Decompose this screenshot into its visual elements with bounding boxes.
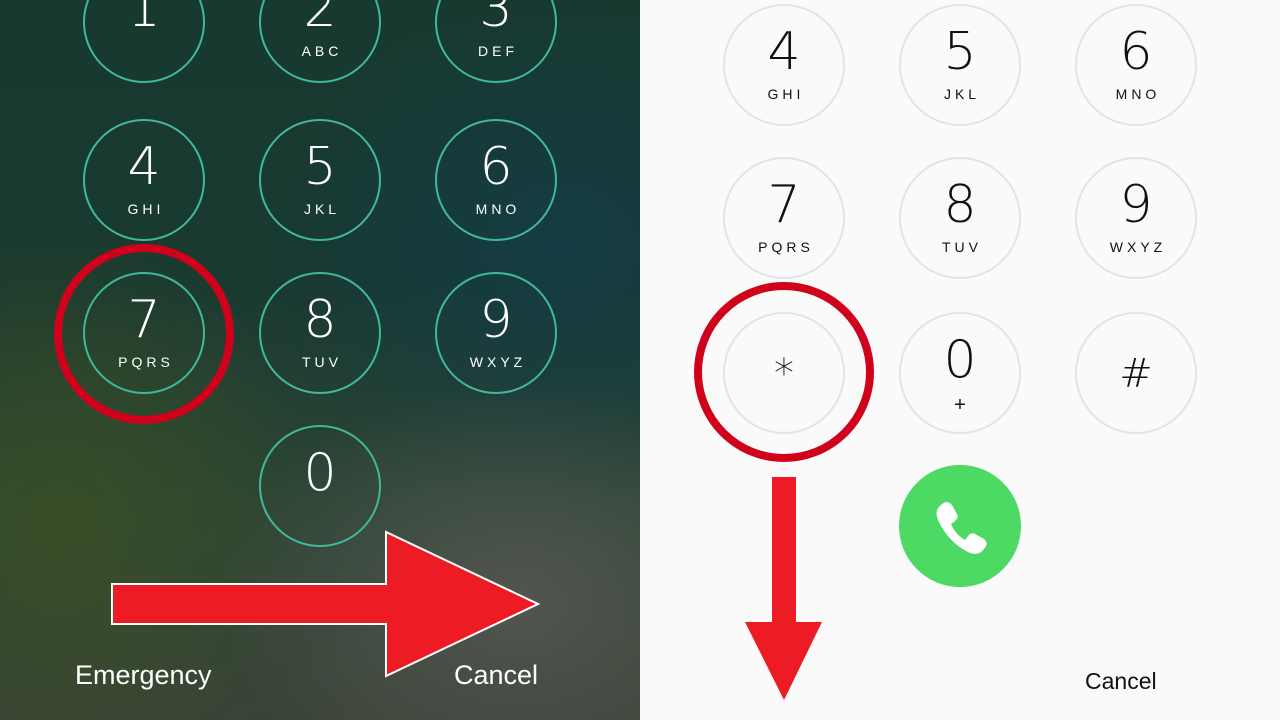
key-digit: 7	[127, 290, 161, 350]
key-digit: #	[1119, 351, 1153, 397]
key-letters: GHI	[767, 86, 805, 102]
key-digit: 8	[303, 290, 337, 350]
key-digit: 3	[479, 0, 513, 39]
dialer-key-hash[interactable]: #	[1075, 312, 1197, 434]
dialer-key-5[interactable]: 5 JKL	[899, 4, 1021, 126]
key-letters: MNO	[475, 201, 521, 217]
key-digit: 7	[767, 175, 801, 235]
key-digit: 5	[303, 137, 337, 197]
key-letters: JKL	[303, 201, 341, 217]
key-digit: 4	[127, 137, 161, 197]
key-digit: 6	[1119, 22, 1153, 82]
lock-screen-key-9[interactable]: 9 WXYZ	[435, 272, 557, 394]
lock-cancel-button[interactable]: Cancel	[454, 660, 538, 691]
lock-screen-key-5[interactable]: 5 JKL	[259, 119, 381, 241]
key-letters: TUV	[942, 239, 982, 255]
key-letters: GHI	[127, 201, 165, 217]
lock-screen-key-4[interactable]: 4 GHI	[83, 119, 205, 241]
key-letters: ABC	[301, 43, 343, 59]
key-letters: PQRS	[758, 239, 814, 255]
dialer-key-0[interactable]: 0 +	[899, 312, 1021, 434]
key-digit: 2	[303, 0, 337, 39]
key-digit: 5	[943, 22, 977, 82]
dialer-key-4[interactable]: 4 GHI	[723, 4, 845, 126]
lock-screen-key-0[interactable]: 0	[259, 425, 381, 547]
key-digit: 1	[127, 0, 161, 39]
key-letters: +	[954, 394, 966, 416]
dialer-key-8[interactable]: 8 TUV	[899, 157, 1021, 279]
key-digit: 0	[303, 443, 337, 503]
call-button[interactable]	[899, 465, 1021, 587]
phone-icon	[936, 502, 987, 554]
dialer-key-6[interactable]: 6 MNO	[1075, 4, 1197, 126]
dialer-key-star[interactable]: *	[723, 312, 845, 434]
key-digit: 9	[1119, 175, 1153, 235]
key-digit: 0	[943, 330, 977, 390]
lock-screen-key-8[interactable]: 8 TUV	[259, 272, 381, 394]
key-digit: 8	[943, 175, 977, 235]
emergency-button[interactable]: Emergency	[75, 660, 212, 691]
key-letters: WXYZ	[469, 354, 527, 370]
lock-screen-key-6[interactable]: 6 MNO	[435, 119, 557, 241]
dialer-cancel-button[interactable]: Cancel	[1085, 668, 1157, 695]
key-digit: 9	[479, 290, 513, 350]
key-digit: *	[774, 351, 794, 397]
lock-screen-key-7[interactable]: 7 PQRS	[83, 272, 205, 394]
dialer-key-9[interactable]: 9 WXYZ	[1075, 157, 1197, 279]
key-letters: JKL	[943, 86, 981, 102]
dialer-key-7[interactable]: 7 PQRS	[723, 157, 845, 279]
key-letters: PQRS	[118, 354, 174, 370]
key-letters: DEF	[478, 43, 518, 59]
key-letters: MNO	[1115, 86, 1161, 102]
key-letters: TUV	[302, 354, 342, 370]
key-digit: 4	[767, 22, 801, 82]
key-letters: WXYZ	[1109, 239, 1167, 255]
key-digit: 6	[479, 137, 513, 197]
